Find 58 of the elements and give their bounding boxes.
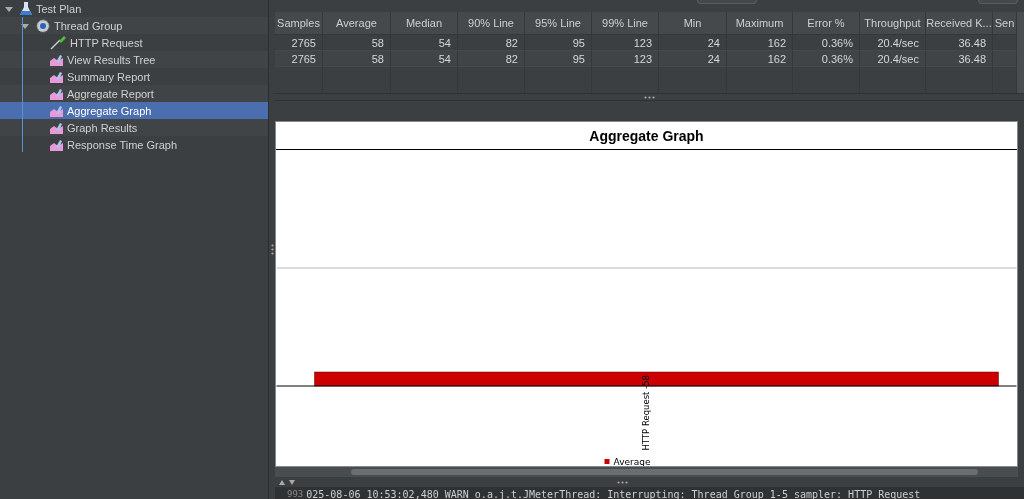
tree-item[interactable]: Thread Group [0,17,268,34]
line-number: 993 [286,489,305,499]
pipette-icon [50,35,66,50]
table-cell: 24 [659,51,727,67]
column-header[interactable]: Sen [993,12,1017,35]
scrollbar[interactable] [275,467,1018,477]
table-cell: 54 [391,51,458,67]
column-header[interactable]: 95% Line [525,12,592,35]
chart-icon [50,138,63,151]
chart-icon [50,70,63,83]
flask-icon [20,1,32,16]
table-cell: 82 [458,51,525,67]
tree-item[interactable]: View Results Tree [0,51,268,68]
table-cell: 54 [391,35,458,51]
table-cell: 0.36% [793,35,860,51]
table-cell: 20.4/sec [860,35,926,51]
table-cell: 95 [525,51,592,67]
table-cell: 2765 [275,51,323,67]
table-cell: 162 [727,51,793,67]
chart-title: Aggregate Graph [276,122,1017,150]
gear-icon [36,18,50,33]
log-line: 025-08-06 10:53:02,480 WARN o.a.j.t.JMeterThread: Interrupting: Thread Group 1-5 sampler: HTTP Request [306,488,921,499]
grip-icon[interactable] [617,480,628,484]
table-cell: 162 [727,35,793,51]
chart-icon [50,53,63,66]
table-cell: 36.48 [926,35,993,51]
table-cell: 123 [592,35,659,51]
chart-icon [50,87,63,100]
table-cell: 2765 [275,35,323,51]
column-header[interactable]: Maximum [727,12,793,35]
column-header[interactable]: 90% Line [458,12,525,35]
chart-icon [50,104,63,117]
table-cell: 24 [659,35,727,51]
column-header[interactable]: Min [659,12,727,35]
table-cell: 0.36% [793,51,860,67]
chart-icon [50,121,63,134]
column-header[interactable]: Average [323,12,391,35]
column-header[interactable]: Samples [275,12,323,35]
legend-swatch [604,459,610,464]
table-cell: 95 [525,35,592,51]
legend-label: Average [613,457,651,466]
column-header[interactable]: Received K... [926,12,993,35]
table-cell: 20.4/sec [860,51,926,67]
column-header[interactable]: Median [391,12,458,35]
grip-icon[interactable] [270,244,274,255]
column-header[interactable]: Error % [793,12,860,35]
table-cell: 58 [323,35,391,51]
table-cell: 58 [323,51,391,67]
column-header[interactable]: 99% Line [592,12,659,35]
tree-item[interactable]: Graph Results [0,119,268,136]
table-cell: 123 [592,51,659,67]
grip-icon[interactable] [644,95,655,99]
table-cell: 82 [458,35,525,51]
tree-item[interactable]: Aggregate Graph [0,102,268,119]
table-cell: 36.48 [926,51,993,67]
tree-item[interactable]: Aggregate Report [0,85,268,102]
bar-label: HTTP Request -58 [640,375,651,451]
column-header[interactable]: Throughput [860,12,926,35]
